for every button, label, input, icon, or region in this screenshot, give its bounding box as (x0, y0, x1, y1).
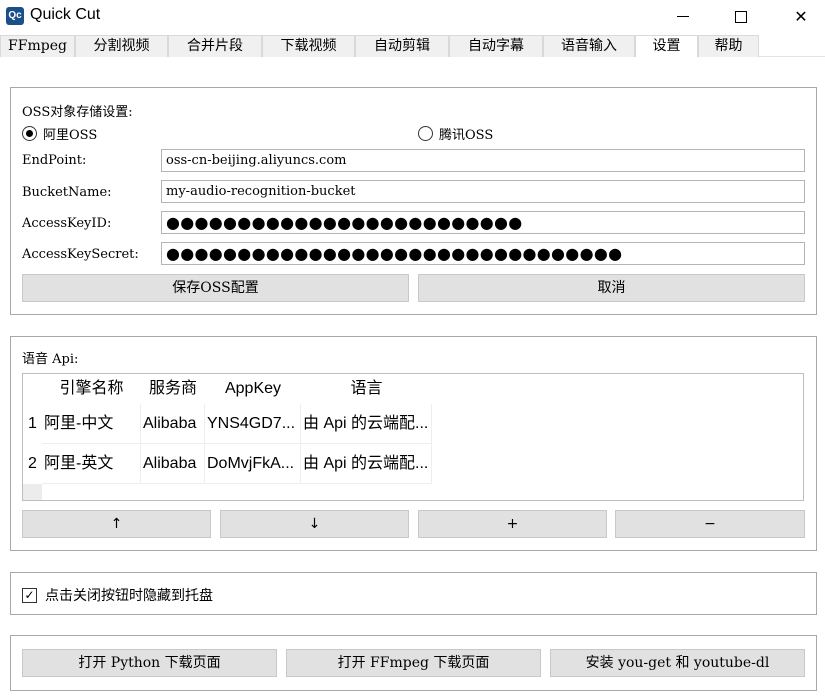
window-title: Quick Cut (30, 6, 101, 23)
table-cell[interactable]: DoMvjFkA... (205, 444, 301, 484)
radio-aliyun-label: 阿里OSS (43, 128, 98, 143)
column-header-provider[interactable]: 服务商 (141, 374, 205, 404)
remove-api-button[interactable]: − (615, 510, 805, 538)
tab-bar: FFmpeg 分割视频 合并片段 下载视频 自动剪辑 自动字幕 语音输入 设置 … (0, 35, 825, 57)
tab-ffmpeg[interactable]: FFmpeg (0, 35, 75, 57)
bucketname-input[interactable]: my-audio-recognition-bucket (161, 180, 805, 203)
table-cell[interactable]: 由 Api 的云端配... (301, 404, 432, 444)
column-header-engine-name[interactable]: 引擎名称 (42, 374, 141, 404)
endpoint-input[interactable]: oss-cn-beijing.aliyuncs.com (161, 149, 805, 172)
table-cell[interactable]: 阿里-英文 (42, 444, 141, 484)
tab-auto-edit[interactable]: 自动剪辑 (355, 35, 449, 57)
checkbox-checked-icon: ✓ (22, 587, 37, 603)
radio-unchecked-icon (418, 126, 433, 141)
install-you-get-youtube-dl-button[interactable]: 安装 you-get 和 youtube-dl (550, 649, 805, 677)
table-corner (23, 374, 42, 404)
radio-tencent-oss[interactable]: 腾讯OSS (418, 124, 493, 143)
table-cell[interactable]: Alibaba (141, 404, 205, 444)
maximize-icon (735, 10, 747, 23)
minimize-button[interactable] (660, 0, 706, 33)
app-logo-icon: Qc (6, 7, 24, 25)
oss-group-title: OSS对象存储设置: (22, 105, 133, 120)
endpoint-label: EndPoint: (22, 153, 87, 168)
hide-to-tray-checkbox[interactable]: ✓ 点击关闭按钮时隐藏到托盘 (22, 585, 213, 605)
row-header-1[interactable]: 1 (23, 404, 42, 444)
table-cell[interactable]: 由 Api 的云端配... (301, 444, 432, 484)
table-cell[interactable]: 阿里-中文 (42, 404, 141, 444)
tab-voice-input[interactable]: 语音输入 (543, 35, 635, 57)
close-icon: ✕ (794, 7, 808, 26)
tab-auto-subtitle[interactable]: 自动字幕 (449, 35, 543, 57)
tab-settings[interactable]: 设置 (635, 35, 698, 57)
bucketname-label: BucketName: (22, 185, 112, 200)
maximize-button[interactable] (718, 0, 764, 33)
open-python-download-button[interactable]: 打开 Python 下载页面 (22, 649, 277, 677)
row-header-2[interactable]: 2 (23, 444, 42, 484)
save-oss-config-button[interactable]: 保存OSS配置 (22, 274, 409, 302)
cancel-oss-button[interactable]: 取消 (418, 274, 805, 302)
accesskeysecret-input[interactable]: ●●●●●●●●●●●●●●●●●●●●●●●●●●●●●●●● (161, 242, 805, 265)
tab-split-video[interactable]: 分割视频 (75, 35, 168, 57)
radio-aliyun-oss[interactable]: 阿里OSS (22, 124, 97, 143)
open-ffmpeg-download-button[interactable]: 打开 FFmpeg 下载页面 (286, 649, 541, 677)
api-group-title: 语音 Api: (22, 352, 79, 367)
radio-checked-icon (22, 126, 37, 141)
tab-help[interactable]: 帮助 (698, 35, 759, 57)
minimize-icon (677, 16, 689, 17)
hide-to-tray-label: 点击关闭按钮时隐藏到托盘 (45, 588, 213, 604)
table-cell[interactable]: Alibaba (141, 444, 205, 484)
api-table: 引擎名称 服务商 AppKey 语言 1 阿里-中文 Alibaba YNS4G… (22, 373, 804, 501)
close-button[interactable]: ✕ (778, 0, 824, 33)
radio-tencent-label: 腾讯OSS (439, 128, 494, 143)
move-up-button[interactable]: ↑ (22, 510, 211, 538)
tab-merge-clips[interactable]: 合并片段 (168, 35, 262, 57)
add-api-button[interactable]: + (418, 510, 607, 538)
title-bar: Qc Quick Cut ✕ (0, 0, 825, 33)
row-header-empty (23, 484, 42, 500)
move-down-button[interactable]: ↓ (220, 510, 409, 538)
accesskeyid-input[interactable]: ●●●●●●●●●●●●●●●●●●●●●●●●● (161, 211, 805, 234)
accesskeyid-label: AccessKeyID: (22, 216, 112, 231)
accesskeysecret-label: AccessKeySecret: (22, 247, 139, 262)
column-header-language[interactable]: 语言 (301, 374, 432, 404)
tab-download-video[interactable]: 下载视频 (262, 35, 355, 57)
column-header-appkey[interactable]: AppKey (205, 374, 301, 404)
table-cell[interactable]: YNS4GD7... (205, 404, 301, 444)
